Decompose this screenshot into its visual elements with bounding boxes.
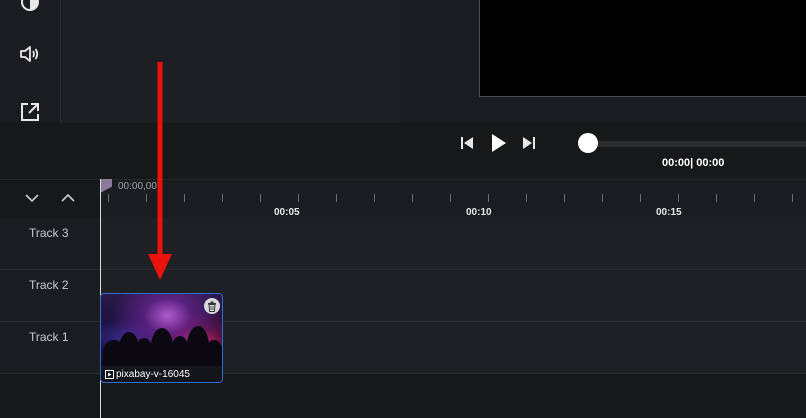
ruler-label: 00:05 xyxy=(274,207,300,218)
clip-label-bar: pixabay-v-16045 xyxy=(101,366,222,382)
time-separator: | xyxy=(690,157,694,169)
ruler-tick xyxy=(488,194,489,202)
ruler-tick xyxy=(792,194,793,202)
time-readout: 00:00| 00:00 xyxy=(662,157,724,169)
progress-track[interactable] xyxy=(588,141,806,147)
skip-forward-icon xyxy=(523,137,535,149)
chevron-up-icon xyxy=(61,193,75,202)
time-total: 00:00 xyxy=(696,157,725,169)
track-3-label: Track 3 xyxy=(29,226,69,240)
ruler-tick xyxy=(678,194,679,202)
track-2-label: Track 2 xyxy=(29,278,69,292)
ruler-tick xyxy=(716,194,717,202)
ruler-tick xyxy=(184,194,185,202)
play-button[interactable] xyxy=(486,131,510,155)
progress-knob[interactable] xyxy=(578,133,598,153)
track-1-label: Track 1 xyxy=(29,330,69,344)
time-current: 00:00 xyxy=(662,157,691,169)
clip-name: pixabay-v-16045 xyxy=(116,368,190,380)
ruler-tick xyxy=(602,194,603,202)
ruler-label: 00:15 xyxy=(656,207,682,218)
ruler-tick xyxy=(260,194,261,202)
skip-forward-button[interactable] xyxy=(519,131,539,155)
filter-icon[interactable] xyxy=(14,0,46,18)
ruler-tick xyxy=(374,194,375,202)
annotation-arrow-icon xyxy=(148,62,172,280)
play-icon xyxy=(492,134,506,152)
thumbnail-shape xyxy=(205,340,222,366)
collapse-down-button[interactable] xyxy=(22,191,42,205)
ruler-label: 00:10 xyxy=(466,207,492,218)
track-label-1: Track 1 xyxy=(0,322,100,374)
skip-back-button[interactable] xyxy=(457,131,477,155)
track-row-3[interactable] xyxy=(100,218,806,270)
video-icon xyxy=(105,369,114,379)
chevron-down-icon xyxy=(25,194,39,203)
player-controls xyxy=(0,123,806,179)
trash-icon xyxy=(208,301,216,312)
volume-icon[interactable] xyxy=(14,38,46,70)
skip-back-icon xyxy=(461,137,473,149)
ruler-tick xyxy=(564,194,565,202)
thumbnail-shape xyxy=(151,328,173,366)
video-clip[interactable]: pixabay-v-16045 xyxy=(100,293,223,383)
ruler-tick xyxy=(336,194,337,202)
track-label-3: Track 3 xyxy=(0,218,100,270)
ruler-tick xyxy=(640,194,641,202)
ruler-tick xyxy=(526,194,527,202)
track-label-2: Track 2 xyxy=(0,270,100,322)
delete-clip-button[interactable] xyxy=(204,298,220,314)
collapse-up-button[interactable] xyxy=(58,191,78,205)
ruler-tick xyxy=(298,194,299,202)
ruler-tick xyxy=(754,194,755,202)
ruler-tick xyxy=(108,194,109,202)
ruler-tick xyxy=(222,194,223,202)
preview-canvas xyxy=(479,0,806,97)
timeline-ruler[interactable] xyxy=(100,179,806,219)
media-panel xyxy=(60,0,401,123)
ruler-tick xyxy=(412,194,413,202)
ruler-tick xyxy=(450,194,451,202)
ruler-header xyxy=(0,179,100,219)
